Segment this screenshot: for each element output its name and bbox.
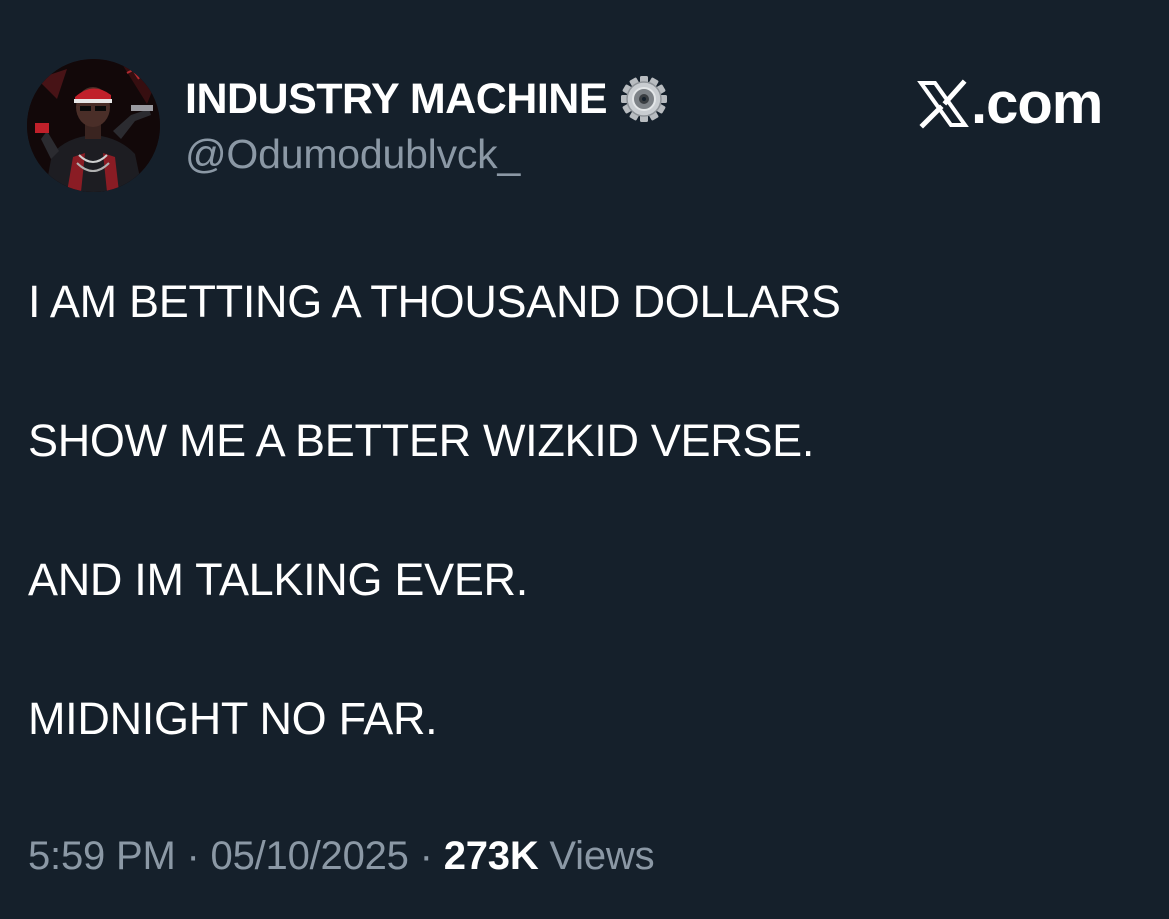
views-label: Views [538,834,655,878]
post-text-line: I AM BETTING A THOUSAND DOLLARS [28,276,841,327]
avatar[interactable] [27,59,160,192]
meta-separator: · [175,834,211,878]
profile-photo [27,59,160,192]
x-logo-icon [917,78,969,129]
meta-separator: · [408,834,444,878]
brand-label: .com [971,71,1103,136]
post-text-line: SHOW ME A BETTER WIZKID VERSE. [28,415,815,466]
post-text-line: AND IM TALKING EVER. [28,554,528,605]
author-display-name[interactable]: INDUSTRY MACHINE [185,75,608,124]
post-meta: 5:59 PM · 05/10/2025 · 273K Views [28,834,655,879]
author-name-row: INDUSTRY MACHINE [185,74,669,124]
post-card: INDUSTRY MACHINE @Odumodublvck_ .com I A… [0,0,1169,919]
views-count[interactable]: 273K [444,834,539,878]
post-time[interactable]: 5:59 PM [28,834,176,878]
gear-icon [621,76,668,122]
post-text-line: MIDNIGHT NO FAR. [28,693,438,744]
post-date[interactable]: 05/10/2025 [211,834,409,878]
brand-watermark: .com [917,70,1103,137]
author-handle[interactable]: @Odumodublvck_ [185,131,520,178]
